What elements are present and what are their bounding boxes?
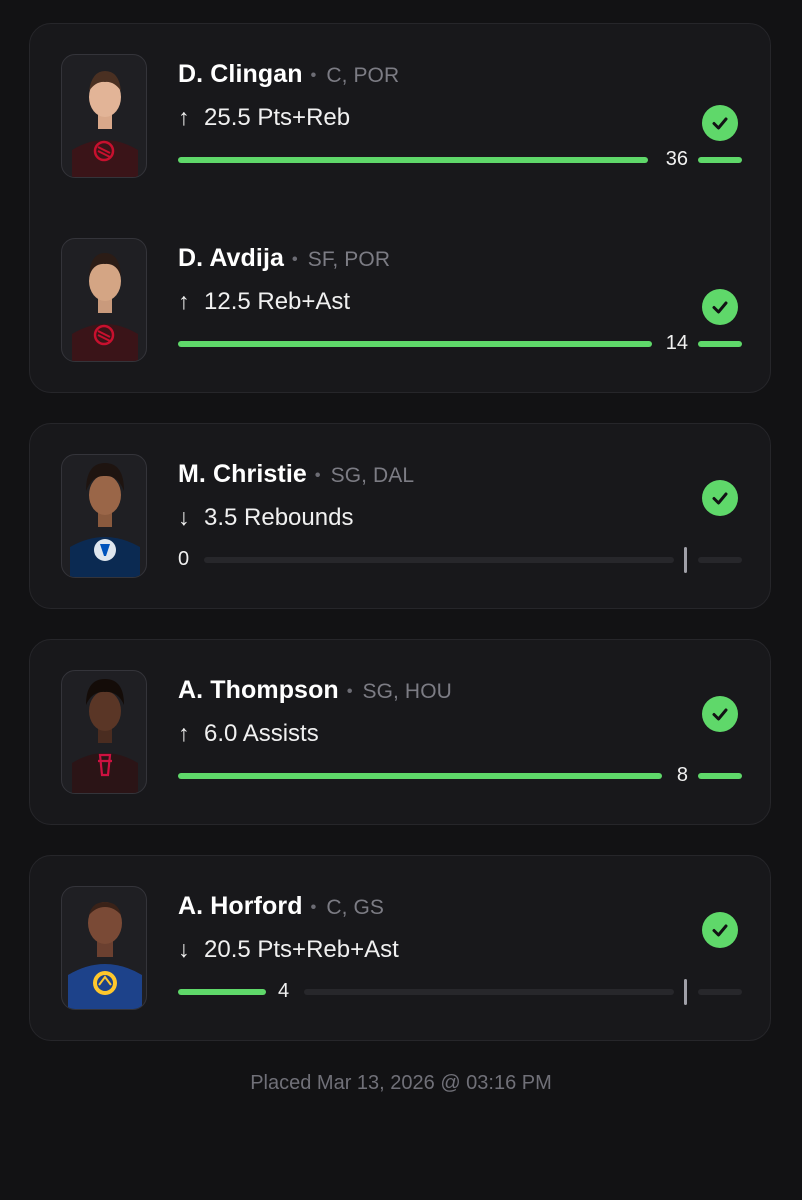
separator-dot: • (314, 467, 321, 484)
prop-line-text: 6.0 Assists (204, 720, 319, 747)
player-name-line: D. Clingan • C, POR (178, 60, 399, 89)
player-avatar (61, 238, 147, 362)
check-circle-icon (702, 912, 738, 948)
leg-row-avdija[interactable]: D. Avdija • SF, POR ↑ 12.5 Reb+Ast 14 (30, 238, 770, 368)
player-name-line: D. Avdija • SF, POR (178, 244, 390, 273)
progress-bar-fill (178, 341, 652, 347)
progress-bar-track (204, 557, 674, 563)
leg-row-horford[interactable]: A. Horford • C, GS ↓ 20.5 Pts+Reb+Ast 4 (30, 886, 770, 1016)
progress-bar-remaining (698, 989, 742, 995)
prop-line-text: 20.5 Pts+Reb+Ast (204, 936, 399, 963)
check-circle-icon (702, 480, 738, 516)
player-name: D. Clingan (178, 60, 303, 88)
arrow-down-icon: ↓ (178, 504, 190, 530)
leg-row-clingan[interactable]: D. Clingan • C, POR ↑ 25.5 Pts+Reb 36 (30, 54, 770, 184)
player-position: SG, DAL (330, 464, 415, 487)
player-position: C, POR (326, 64, 400, 87)
separator-dot: • (346, 683, 353, 700)
actual-stat-value: 14 (665, 332, 688, 354)
player-avatar (61, 454, 147, 578)
player-name: M. Christie (178, 460, 307, 488)
player-name: D. Avdija (178, 244, 285, 272)
prop-line: ↑ 12.5 Reb+Ast (178, 288, 350, 316)
player-name-line: A. Horford • C, GS (178, 892, 384, 921)
check-circle-icon (702, 289, 738, 325)
prop-line: ↑ 25.5 Pts+Reb (178, 104, 350, 132)
player-avatar (61, 54, 147, 178)
progress-bar-track (304, 989, 674, 995)
parlay-group-card-1: D. Clingan • C, POR ↑ 25.5 Pts+Reb 36 D. Av… (29, 23, 771, 393)
actual-stat-value: 8 (676, 764, 688, 786)
line-threshold-marker (684, 547, 687, 573)
prop-line-text: 3.5 Rebounds (204, 504, 354, 531)
progress-bar-remaining (698, 773, 742, 779)
arrow-up-icon: ↑ (178, 104, 190, 130)
player-name-line: M. Christie • SG, DAL (178, 460, 414, 489)
player-avatar (61, 670, 147, 794)
actual-stat-value: 0 (178, 548, 190, 570)
prop-line-text: 12.5 Reb+Ast (204, 288, 351, 315)
player-avatar (61, 886, 147, 1010)
progress-bar-remaining (698, 157, 742, 163)
leg-row-thompson[interactable]: A. Thompson • SG, HOU ↑ 6.0 Assists 8 (30, 670, 770, 800)
progress-bar-remaining (698, 341, 742, 347)
separator-dot: • (310, 67, 317, 84)
prop-line: ↓ 3.5 Rebounds (178, 504, 353, 532)
separator-dot: • (292, 251, 298, 268)
leg-row-christie[interactable]: M. Christie • SG, DAL ↓ 3.5 Rebounds 0 (30, 454, 770, 584)
line-threshold-marker (684, 979, 687, 1005)
player-position: SG, HOU (362, 680, 452, 703)
player-name-line: A. Thompson • SG, HOU (178, 676, 452, 705)
parlay-group-card-4: A. Horford • C, GS ↓ 20.5 Pts+Reb+Ast 4 (29, 855, 771, 1041)
prop-line: ↓ 20.5 Pts+Reb+Ast (178, 936, 399, 964)
progress-bar-remaining (698, 557, 742, 563)
check-circle-icon (702, 696, 738, 732)
player-position: C, GS (326, 896, 384, 919)
arrow-up-icon: ↑ (178, 720, 190, 746)
player-name: A. Horford (178, 892, 303, 920)
progress-bar-fill (178, 773, 662, 779)
parlay-group-card-3: A. Thompson • SG, HOU ↑ 6.0 Assists 8 (29, 639, 771, 825)
actual-stat-value: 36 (665, 148, 688, 170)
check-circle-icon (702, 105, 738, 141)
separator-dot: • (310, 899, 317, 916)
prop-line-text: 25.5 Pts+Reb (204, 104, 351, 131)
parlay-group-card-2: M. Christie • SG, DAL ↓ 3.5 Rebounds 0 (29, 423, 771, 609)
placed-timestamp: Placed Mar 13, 2026 @ 03:16 PM (250, 1072, 552, 1094)
progress-bar-fill (178, 989, 266, 995)
arrow-down-icon: ↓ (178, 936, 190, 962)
prop-line: ↑ 6.0 Assists (178, 720, 319, 748)
actual-stat-value: 4 (278, 980, 290, 1002)
player-name: A. Thompson (178, 676, 339, 704)
arrow-up-icon: ↑ (178, 288, 190, 314)
player-position: SF, POR (307, 248, 391, 271)
progress-bar-fill (178, 157, 648, 163)
